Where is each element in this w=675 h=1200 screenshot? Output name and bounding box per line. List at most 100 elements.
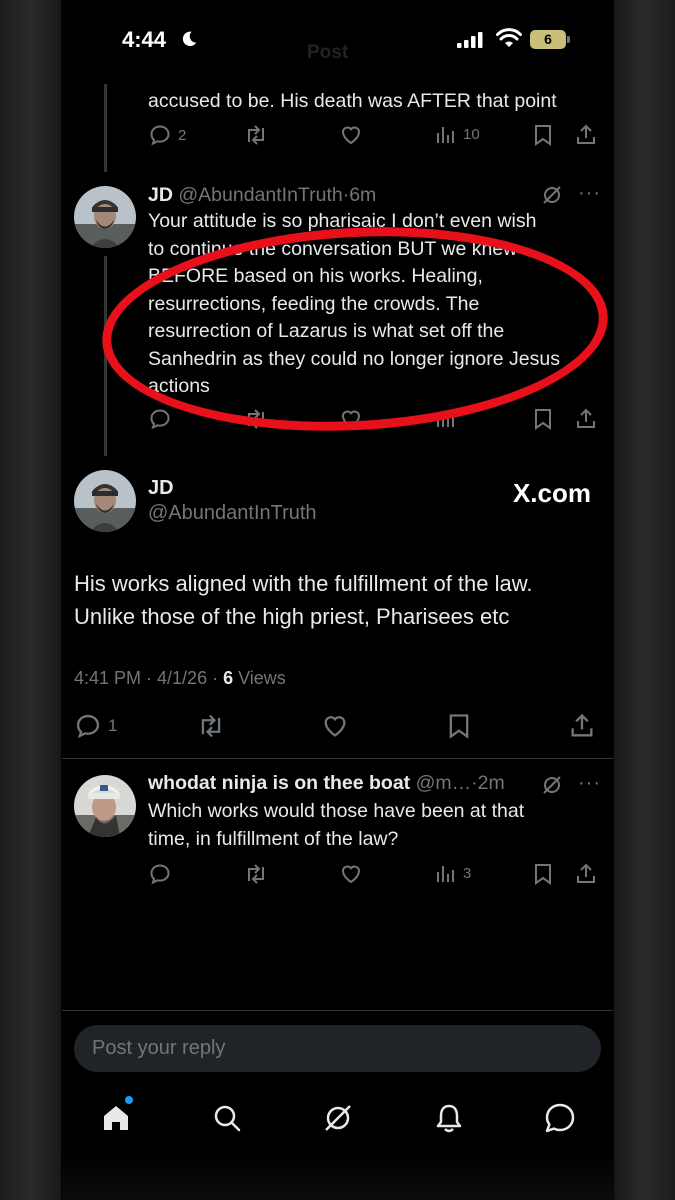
- author-name[interactable]: JD: [148, 184, 173, 206]
- share-icon: [577, 124, 595, 144]
- like-button[interactable]: [339, 123, 363, 147]
- bottom-tab-bar: [62, 1090, 613, 1150]
- messages-icon: [545, 1103, 575, 1133]
- reply-button[interactable]: [148, 407, 172, 431]
- tab-notifications[interactable]: [427, 1090, 471, 1146]
- screen-bottom: [62, 1150, 613, 1200]
- bookmark-icon: [535, 409, 551, 430]
- like-button[interactable]: [339, 862, 363, 886]
- reply-icon: [150, 864, 170, 885]
- reply-count: 1: [108, 716, 118, 735]
- tab-search[interactable]: [205, 1090, 249, 1146]
- tab-messages[interactable]: [538, 1090, 582, 1146]
- more-options-icon[interactable]: ···: [578, 772, 601, 795]
- search-icon: [214, 1105, 241, 1132]
- author-handle[interactable]: @AbundantInTruth: [148, 502, 317, 525]
- status-bar: Post 4:44 6: [62, 0, 613, 80]
- thread-line: [104, 84, 107, 172]
- views-icon: [437, 127, 454, 143]
- reply-icon: [150, 125, 170, 146]
- heart-icon: [324, 716, 346, 737]
- bookmark-button[interactable]: [532, 123, 554, 147]
- grok-icon[interactable]: [541, 774, 563, 796]
- avatar[interactable]: [74, 775, 136, 837]
- views-count: 10: [463, 125, 480, 143]
- post-text-line: Your attitude is so pharisaic I don’t ev…: [148, 210, 537, 232]
- bookmark-button[interactable]: [446, 712, 472, 740]
- post-text-line: resurrections, feeding the crowds. The: [148, 292, 480, 315]
- post-text-line: BEFORE based on his works. Healing,: [148, 265, 483, 287]
- main-post-text: His works aligned with the fulfillment o…: [74, 567, 604, 633]
- avatar[interactable]: [74, 470, 136, 532]
- heart-icon: [341, 865, 361, 884]
- phone-screen: Post 4:44 6 accused to be. His death was…: [62, 0, 613, 1200]
- bookmark-icon: [449, 714, 469, 739]
- more-options-icon[interactable]: ···: [578, 182, 601, 205]
- repost-button[interactable]: [243, 862, 269, 886]
- post-text: Your attitude is so pharisaic I don’t ev…: [148, 208, 560, 401]
- heart-icon: [341, 410, 361, 429]
- share-icon: [577, 863, 595, 883]
- views-button[interactable]: 10: [435, 123, 480, 145]
- author-handle[interactable]: @m…: [416, 772, 472, 794]
- home-icon: [104, 1106, 128, 1130]
- bookmark-button[interactable]: [532, 407, 554, 431]
- author-name[interactable]: JD: [148, 477, 174, 500]
- main-action-bar: 1: [74, 712, 601, 742]
- post-text-fragment: accused to be. His death was AFTER that …: [148, 90, 557, 112]
- share-icon: [571, 713, 593, 737]
- author-name[interactable]: whodat ninja is on thee boat: [148, 772, 410, 794]
- views-icon: [437, 866, 454, 882]
- reply-input[interactable]: [74, 1025, 601, 1072]
- reply-composer[interactable]: [74, 1025, 601, 1072]
- views-label: Views: [233, 668, 286, 688]
- x-com-watermark: X.com: [512, 478, 591, 508]
- post-text-line: His works aligned with the fulfillment o…: [74, 571, 533, 596]
- share-button[interactable]: [574, 407, 598, 431]
- like-button[interactable]: [339, 407, 363, 431]
- views-count: 6: [223, 668, 234, 688]
- post-text: Which works would those have been at tha…: [148, 798, 524, 853]
- post-time: 6m: [349, 184, 377, 206]
- avatar-image: [74, 775, 136, 837]
- bookmark-button[interactable]: [532, 862, 554, 886]
- post-text-line: Unlike those of the high priest, Pharise…: [74, 604, 510, 629]
- views-button[interactable]: [435, 407, 457, 429]
- divider: [62, 758, 613, 759]
- views-button[interactable]: 3: [435, 862, 471, 884]
- share-button[interactable]: [574, 123, 598, 147]
- post-time: 2m: [477, 772, 505, 794]
- post-text-line: Which works would those have been at tha…: [148, 800, 525, 822]
- grok-icon[interactable]: [541, 184, 563, 206]
- battery-icon: 6: [530, 30, 566, 49]
- reply-button[interactable]: [148, 862, 172, 886]
- heart-icon: [341, 126, 361, 145]
- share-button[interactable]: [568, 712, 596, 740]
- moon-icon: [182, 31, 197, 47]
- share-icon: [577, 408, 595, 428]
- like-button[interactable]: [321, 712, 349, 740]
- repost-icon: [248, 864, 264, 884]
- bookmark-icon: [535, 125, 551, 146]
- reply-button[interactable]: 1: [74, 712, 117, 740]
- repost-icon: [248, 409, 264, 429]
- reply-icon: [150, 409, 170, 430]
- reply-icon: [76, 714, 100, 739]
- post-meta: 4:41 PM · 4/1/26 · 6 Views: [74, 668, 286, 689]
- repost-button[interactable]: [243, 123, 269, 147]
- reply-button[interactable]: 2: [148, 123, 186, 147]
- post-text-line: actions: [148, 375, 210, 397]
- author-handle[interactable]: @AbundantInTruth: [178, 184, 342, 206]
- thread-line: [104, 256, 107, 456]
- notification-dot: [125, 1096, 133, 1104]
- avatar[interactable]: [74, 186, 136, 248]
- repost-button[interactable]: [196, 712, 226, 740]
- bookmark-icon: [535, 864, 551, 885]
- header-title: Post: [307, 42, 349, 63]
- share-button[interactable]: [574, 862, 598, 886]
- repost-button[interactable]: [243, 407, 269, 431]
- avatar-image: [74, 470, 136, 532]
- post-timestamp[interactable]: 4:41 PM · 4/1/26 ·: [74, 668, 223, 688]
- post-header: whodat ninja is on thee boat @m…·2m: [148, 772, 505, 795]
- tab-grok[interactable]: [316, 1090, 360, 1146]
